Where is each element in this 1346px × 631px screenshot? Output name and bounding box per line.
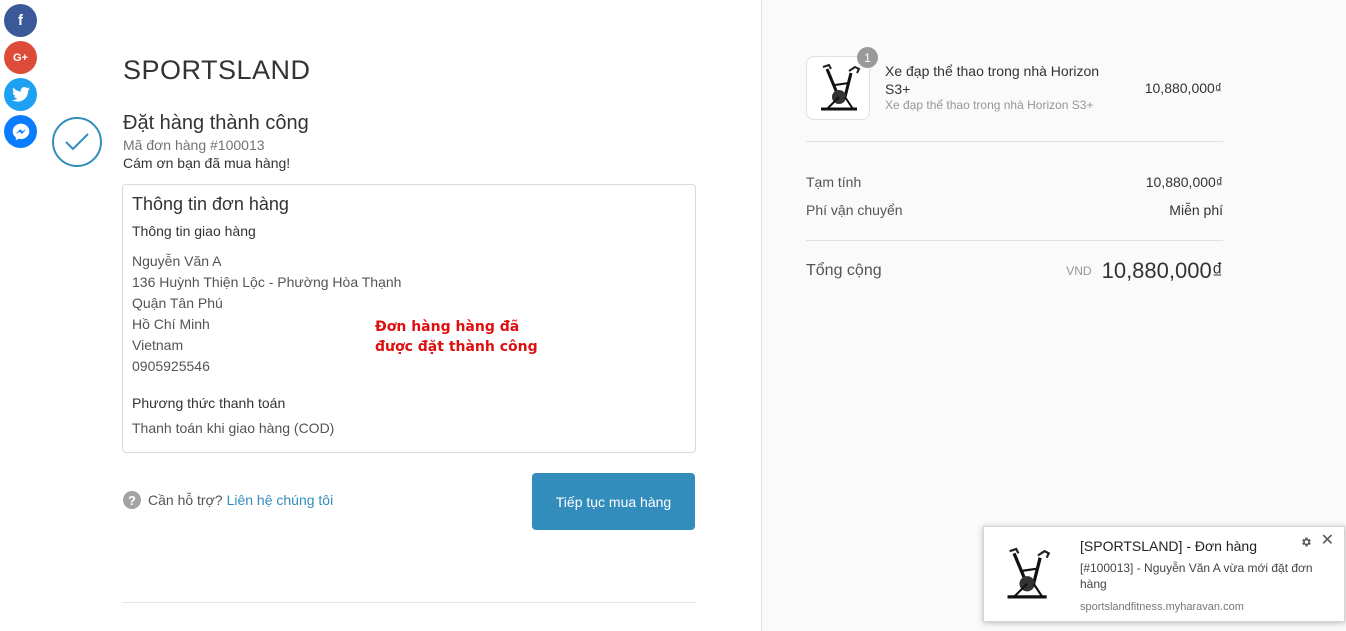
product-variant: Xe đạp thể thao trong nhà Horizon S3+ [885, 98, 1094, 112]
shipping-info-heading: Thông tin giao hàng [132, 223, 256, 239]
exercise-bike-icon [1007, 547, 1051, 599]
checkout-main: SPORTSLAND Đặt hàng thành công Mã đơn hà… [0, 0, 761, 631]
currency-code: VND [1066, 264, 1092, 278]
continue-shopping-button[interactable]: Tiếp tục mua hàng [532, 473, 695, 530]
exercise-bike-icon [821, 63, 861, 111]
google-plus-icon[interactable]: G+ [4, 41, 37, 74]
thank-you-message: Cám ơn bạn đã mua hàng! [123, 155, 291, 171]
total-row: Tổng cộng VND 10,880,000₫ [806, 258, 1223, 284]
success-title: Đặt hàng thành công [123, 112, 309, 134]
notification-source: sportslandfitness.myharavan.com [1080, 601, 1244, 613]
subtotal-label: Tạm tính [806, 174, 862, 190]
subtotal-row: Tạm tính 10,880,000₫ [806, 174, 1223, 190]
contact-link[interactable]: Liên hệ chúng tôi [227, 492, 334, 508]
address-district: Quận Tân Phú [132, 295, 223, 311]
customer-name: Nguyễn Văn A [132, 253, 222, 269]
summary-divider [806, 240, 1223, 241]
notification-title: [SPORTSLAND] - Đơn hàng [1080, 538, 1257, 554]
shipping-address: Nguyễn Văn A 136 Huỳnh Thiện Lộc - Phườn… [132, 251, 686, 377]
store-logo[interactable]: SPORTSLAND [123, 55, 311, 86]
order-info-heading: Thông tin đơn hàng [132, 194, 289, 214]
messenger-icon[interactable] [4, 115, 37, 148]
total-value: 10,880,000₫ [1101, 258, 1223, 283]
product-name: Xe đạp thể thao trong nhà Horizon S3+ [885, 63, 1100, 97]
facebook-icon[interactable]: f [4, 4, 37, 37]
twitter-icon[interactable] [4, 78, 37, 111]
summary-divider [806, 141, 1223, 142]
gear-icon[interactable] [1300, 535, 1314, 549]
shipping-value: Miễn phí [1169, 202, 1223, 218]
payment-method-value: Thanh toán khi giao hàng (COD) [132, 420, 335, 436]
notification-body: [#100013] - Nguyễn Văn A vừa mới đặt đơn… [1080, 561, 1313, 591]
subtotal-value: 10,880,000₫ [1145, 174, 1223, 190]
social-share-bar: f G+ [4, 4, 38, 152]
success-check-icon [52, 117, 102, 167]
help-section: ? Cần hỗ trợ? Liên hệ chúng tôi [123, 491, 333, 509]
question-icon: ? [123, 491, 141, 509]
shipping-row: Phí vận chuyển Miễn phí [806, 202, 1223, 218]
shipping-label: Phí vận chuyển [806, 202, 903, 218]
close-icon[interactable]: ✕ [1321, 533, 1334, 549]
product-price: 10,880,000₫ [1144, 80, 1222, 96]
total-label: Tổng cộng [806, 262, 882, 279]
order-code: Mã đơn hàng #100013 [123, 137, 265, 153]
help-text: Cần hỗ trợ? [148, 492, 223, 508]
footer-divider [122, 602, 696, 603]
address-street: 136 Huỳnh Thiện Lộc - Phường Hòa Thạnh [132, 274, 402, 290]
notification-image [998, 541, 1054, 607]
annotation-line-1: Đơn hàng hàng đã [375, 319, 520, 335]
quantity-badge: 1 [857, 47, 878, 68]
payment-method-heading: Phương thức thanh toán [132, 395, 286, 411]
success-annotation: Đơn hàng hàng đã được đặt thành công [375, 317, 538, 357]
customer-phone: 0905925546 [132, 358, 210, 374]
browser-notification[interactable]: [SPORTSLAND] - Đơn hàng [#100013] - Nguy… [983, 526, 1345, 622]
annotation-line-2: được đặt thành công [375, 339, 538, 355]
